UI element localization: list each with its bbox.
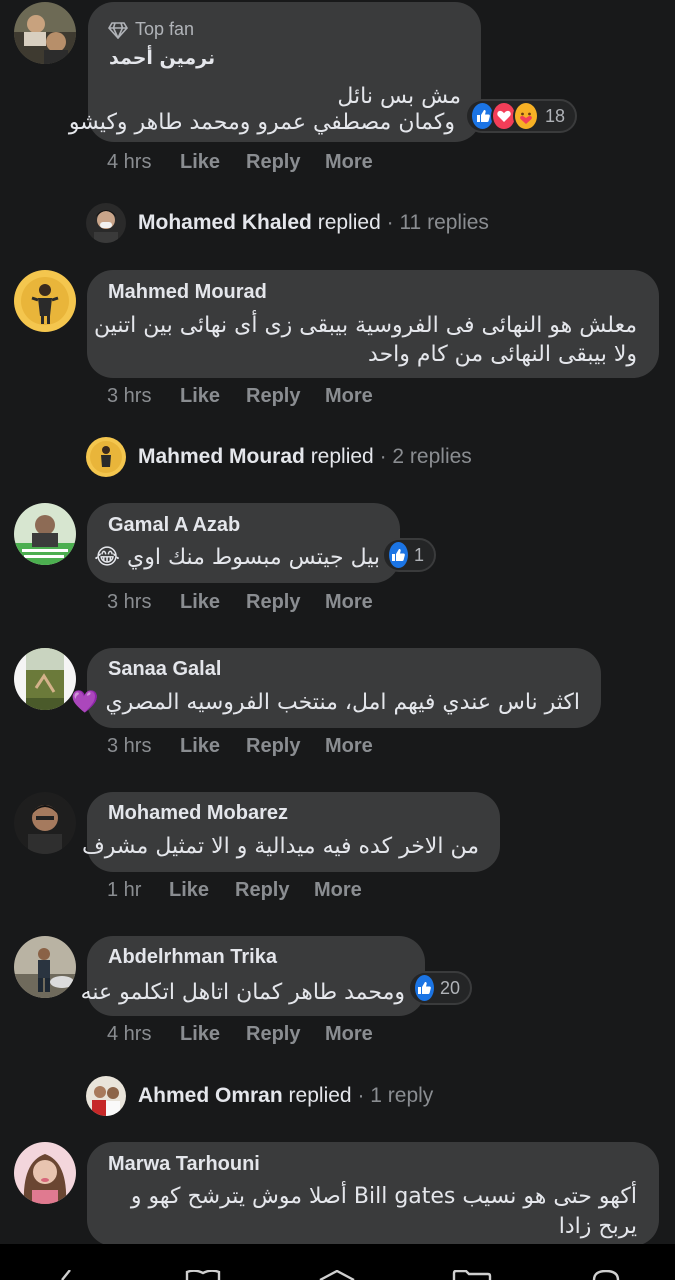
reply-verb: replied — [317, 211, 381, 234]
reply-separator: · — [357, 1084, 365, 1107]
more-button[interactable]: More — [314, 879, 362, 902]
reply-button[interactable]: Reply — [246, 151, 325, 174]
comment-bubble: Gamal A Azab بيل جيتس مبسوط منك اوي 😂 — [87, 503, 400, 583]
comment-text-line: بيل جيتس مبسوط منك اوي 😂 — [94, 545, 380, 570]
comment-text-line: ولا بيبقى النهائى من كام واحد — [368, 342, 637, 367]
like-button[interactable]: Like — [180, 735, 246, 758]
avatar[interactable] — [86, 1076, 126, 1116]
care-emoji-icon — [512, 101, 539, 131]
avatar[interactable] — [14, 792, 76, 854]
system-navigation-bar — [0, 1244, 675, 1280]
comment-bubble: Mahmed Mourad معلش هو النهائى فى الفروسي… — [87, 270, 659, 378]
search-icon[interactable] — [590, 1270, 622, 1280]
top-fan-badge: Top fan — [108, 19, 194, 40]
more-button[interactable]: More — [325, 151, 373, 174]
comment-time[interactable]: 4 hrs — [107, 1023, 180, 1046]
comment-bubble: Marwa Tarhouni أكهو حتى هو نسيب Bill gat… — [87, 1142, 659, 1246]
comment-text-line: وكمان مصطفي عمرو ومحمد طاهر وكيشو — [68, 110, 455, 135]
reply-button[interactable]: Reply — [235, 879, 314, 902]
reply-button[interactable]: Reply — [246, 591, 325, 614]
comment-actions: 3 hrs Like Reply More — [107, 385, 373, 408]
reply-button[interactable]: Reply — [246, 385, 325, 408]
comment-actions: 4 hrs Like Reply More — [107, 151, 373, 174]
reply-button[interactable]: Reply — [246, 735, 325, 758]
comment-author[interactable]: نرمين أحمد — [109, 47, 215, 69]
reply-count: 2 replies — [392, 445, 472, 468]
home-icon[interactable] — [318, 1270, 356, 1280]
back-icon[interactable] — [58, 1270, 78, 1280]
comment-text-line: اكثر ناس عندي فيهم امل، منتخب الفروسيه ا… — [71, 690, 580, 715]
thumbs-up-icon — [387, 540, 410, 570]
comment-time[interactable]: 3 hrs — [107, 591, 180, 614]
comment-bubble: Abdelrhman Trika ومحمد طاهر كمان اتاهل ا… — [81, 936, 425, 1016]
comment-author[interactable]: Abdelrhman Trika — [108, 946, 277, 969]
reply-verb: replied — [310, 445, 374, 468]
comment-actions: 1 hr Like Reply More — [107, 879, 362, 902]
top-fan-label: Top fan — [135, 19, 195, 39]
replies-link[interactable]: Mohamed Khaled replied · 11 replies — [138, 211, 489, 235]
comment-text-line: معلش هو النهائى فى الفروسية بيبقى زى أى … — [93, 313, 637, 338]
like-button[interactable]: Like — [169, 879, 235, 902]
comment-time[interactable]: 4 hrs — [107, 151, 180, 174]
avatar[interactable] — [14, 648, 76, 710]
comment-actions: 4 hrs Like Reply More — [107, 1023, 373, 1046]
avatar[interactable] — [14, 2, 76, 64]
like-button[interactable]: Like — [180, 1023, 246, 1046]
reply-count: 1 reply — [370, 1084, 434, 1107]
comment-text-line: أكهو حتى هو نسيب Bill gates أصلا موش يتر… — [130, 1184, 637, 1209]
avatar[interactable] — [14, 270, 76, 332]
more-button[interactable]: More — [325, 591, 373, 614]
comment-time[interactable]: 3 hrs — [107, 385, 180, 408]
like-button[interactable]: Like — [180, 385, 246, 408]
avatar[interactable] — [14, 503, 76, 565]
like-button[interactable]: Like — [180, 151, 246, 174]
comment-bubble: Mohamed Mobarez من الاخر كده فيه ميدالية… — [82, 792, 500, 872]
comment-bubble: Top fan نرمين أحمد مش بس نائل وكمان مصطف… — [69, 2, 481, 142]
reply-separator: · — [379, 445, 387, 468]
avatar[interactable] — [86, 437, 126, 477]
diamond-icon — [108, 21, 128, 40]
comment-bubble: Sanaa Galal اكثر ناس عندي فيهم امل، منتخ… — [71, 648, 601, 728]
comment-author[interactable]: Marwa Tarhouni — [108, 1153, 260, 1176]
reply-author: Mahmed Mourad — [138, 445, 305, 468]
reply-verb: replied — [288, 1084, 352, 1107]
comment-text-line: يربح زادا — [558, 1214, 637, 1239]
reaction-count: 20 — [439, 977, 460, 998]
reply-author: Ahmed Omran — [138, 1084, 283, 1107]
like-button[interactable]: Like — [180, 591, 246, 614]
comment-time[interactable]: 3 hrs — [107, 735, 180, 758]
more-button[interactable]: More — [325, 735, 373, 758]
avatar[interactable] — [14, 1142, 76, 1204]
avatar[interactable] — [86, 203, 126, 243]
reaction-count: 18 — [544, 105, 565, 126]
comment-author[interactable]: Sanaa Galal — [108, 658, 221, 681]
replies-link[interactable]: Ahmed Omran replied · 1 reply — [138, 1084, 433, 1108]
folder-icon[interactable] — [452, 1270, 492, 1280]
comment-author[interactable]: Mahmed Mourad — [108, 281, 267, 304]
comment-time[interactable]: 1 hr — [107, 879, 169, 902]
comment-author[interactable]: Gamal A Azab — [108, 514, 240, 537]
comment-author[interactable]: Mohamed Mobarez — [108, 802, 288, 825]
replies-link[interactable]: Mahmed Mourad replied · 2 replies — [138, 445, 472, 469]
reply-separator: · — [386, 211, 394, 234]
comment-actions: 3 hrs Like Reply More — [107, 591, 373, 614]
thumbs-up-icon — [413, 973, 436, 1003]
reaction-summary[interactable]: 18 — [465, 99, 577, 133]
comment-actions: 3 hrs Like Reply More — [107, 735, 373, 758]
reaction-summary[interactable]: 1 — [382, 538, 436, 572]
book-icon[interactable] — [185, 1270, 221, 1280]
comment-text-line: من الاخر كده فيه ميدالية و الا تمثيل مشر… — [81, 834, 479, 859]
reaction-count: 1 — [413, 544, 424, 565]
reply-count: 11 replies — [399, 211, 489, 234]
reply-author: Mohamed Khaled — [138, 211, 312, 234]
comment-text-line: مش بس نائل — [337, 84, 461, 109]
reaction-summary[interactable]: 20 — [408, 971, 472, 1005]
more-button[interactable]: More — [325, 385, 373, 408]
reply-button[interactable]: Reply — [246, 1023, 325, 1046]
more-button[interactable]: More — [325, 1023, 373, 1046]
avatar[interactable] — [14, 936, 76, 998]
comment-text-line: ومحمد طاهر كمان اتاهل اتكلمو عنه — [80, 980, 405, 1005]
